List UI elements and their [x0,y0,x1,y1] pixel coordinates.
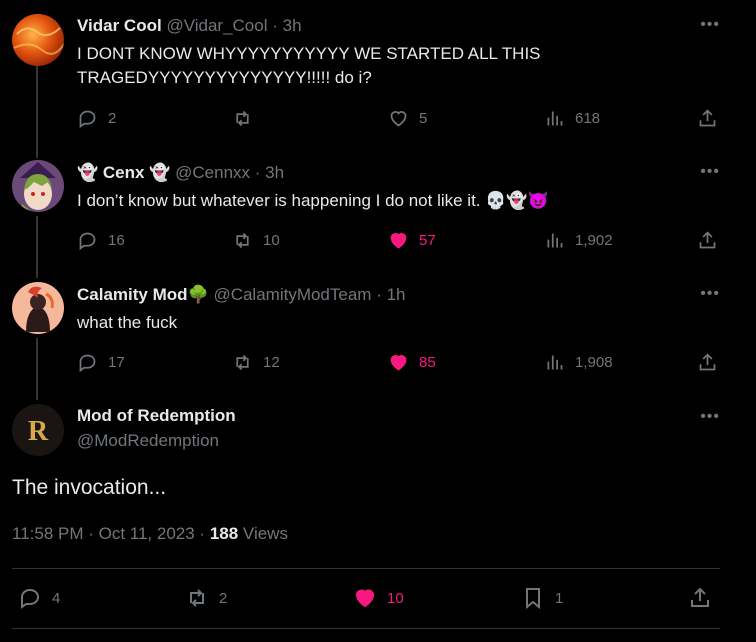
display-name[interactable]: Vidar Cool [77,16,162,35]
retweet-icon [236,232,249,249]
reply-icon [79,232,96,251]
reply-tweet[interactable]: 👻 Cenx 👻 @Cennxx · 3h ••• I don’t know b… [0,160,728,260]
heart-icon [390,111,407,127]
user-handle[interactable]: @CalamityModTeam [213,285,371,304]
retweet-button[interactable]: 12 [232,352,280,373]
reply-icon [21,588,40,609]
views-button[interactable]: 1,908 [544,352,613,373]
reply-count: 16 [108,232,125,249]
tweet-time[interactable]: · 3h [272,16,301,35]
retweet-button[interactable]: 2 [185,586,227,610]
reply-button[interactable]: 2 [77,108,116,129]
like-button[interactable]: 85 [388,352,436,373]
view-count: 618 [575,110,601,127]
retweet-count: 2 [219,589,228,607]
like-count: 85 [419,354,436,371]
retweet-icon [190,589,204,607]
name-emoji: 👻 [149,163,171,182]
reply-button[interactable]: 16 [77,230,125,251]
reply-count: 17 [108,354,125,371]
more-icon[interactable]: ••• [700,16,720,34]
retweet-button[interactable]: 10 [232,230,280,251]
views-icon [547,355,563,370]
tweet-text: I don’t know but whatever is happening I… [77,191,549,210]
like-count: 57 [419,232,436,249]
share-button[interactable] [697,352,718,373]
scrollbar[interactable] [748,0,756,642]
retweet-count: 12 [263,354,280,371]
display-name[interactable]: Calamity Mod [77,285,188,304]
like-button[interactable]: 10 [353,586,404,610]
avatar[interactable] [12,14,64,66]
reply-tweet[interactable]: Calamity Mod🌳 @CalamityModTeam · 1h ••• … [0,282,728,382]
view-count: 1,908 [575,354,613,371]
reply-icon [79,354,96,373]
share-icon [699,109,716,127]
tweet-text: The invocation... [12,476,167,499]
avatar[interactable] [12,160,64,212]
more-icon[interactable]: ••• [700,285,720,303]
timestamp[interactable]: 11:58 PM · Oct 11, 2023 · [12,524,210,543]
like-button[interactable]: 5 [388,108,427,129]
user-handle[interactable]: @Cennxx [175,163,250,182]
like-count: 5 [419,110,428,127]
like-button[interactable]: 57 [388,230,436,251]
views-button[interactable]: 1,902 [544,230,613,251]
display-name[interactable]: Cenx [103,163,145,182]
svg-text:R: R [28,416,49,447]
display-name[interactable]: Mod of Redemption [77,406,236,426]
avatar[interactable]: R [12,404,64,456]
more-icon[interactable]: ••• [700,408,720,426]
name-emoji: 👻 [77,163,99,182]
tweet-text: I DONT KNOW WHYYYYYYYYYYY WE STARTED ALL… [77,44,541,63]
view-count: 1,902 [575,232,613,249]
retweet-icon [236,354,249,371]
tweet-meta: 11:58 PM · Oct 11, 2023 · 188 Views [12,524,288,544]
views-button[interactable]: 618 [544,108,600,129]
reply-button[interactable]: 4 [18,586,60,610]
reply-icon [79,110,96,129]
tree-icon: 🌳 [187,285,209,304]
tweet-text: TRAGEDYYYYYYYYYYYYYY!!!!! do i? [77,68,372,87]
divider [12,568,720,569]
tweet-text: what the fuck [77,313,178,332]
bookmark-icon [526,588,540,610]
reply-count: 2 [108,110,117,127]
views-count: 188 [209,524,239,543]
tweet-time[interactable]: · 3h [255,163,284,182]
tweet-time[interactable]: · 1h [376,285,405,304]
retweet-button[interactable] [232,108,263,129]
share-icon [691,587,709,607]
views-icon [547,233,563,248]
heart-icon [390,233,407,249]
reply-tweet[interactable]: Vidar Cool @Vidar_Cool · 3h ••• I DONT K… [0,14,728,134]
reply-button[interactable]: 17 [77,352,125,373]
views-label: Views [238,524,288,543]
bookmark-button[interactable]: 1 [521,586,563,610]
more-icon[interactable]: ••• [700,163,720,181]
share-icon [699,353,716,371]
heart-icon [355,589,375,608]
share-icon [699,231,716,249]
heart-icon [390,355,407,371]
retweet-count: 10 [263,232,280,249]
user-handle[interactable]: @Vidar_Cool [166,16,267,35]
like-count: 10 [387,589,404,607]
avatar[interactable] [12,282,64,334]
divider [12,628,720,629]
retweet-icon [236,110,249,127]
user-handle[interactable]: @ModRedemption [77,431,219,451]
bookmark-count: 1 [555,589,564,607]
share-button[interactable] [697,230,718,251]
views-icon [547,111,563,126]
share-button[interactable] [688,586,712,610]
reply-count: 4 [52,589,61,607]
share-button[interactable] [697,108,718,129]
